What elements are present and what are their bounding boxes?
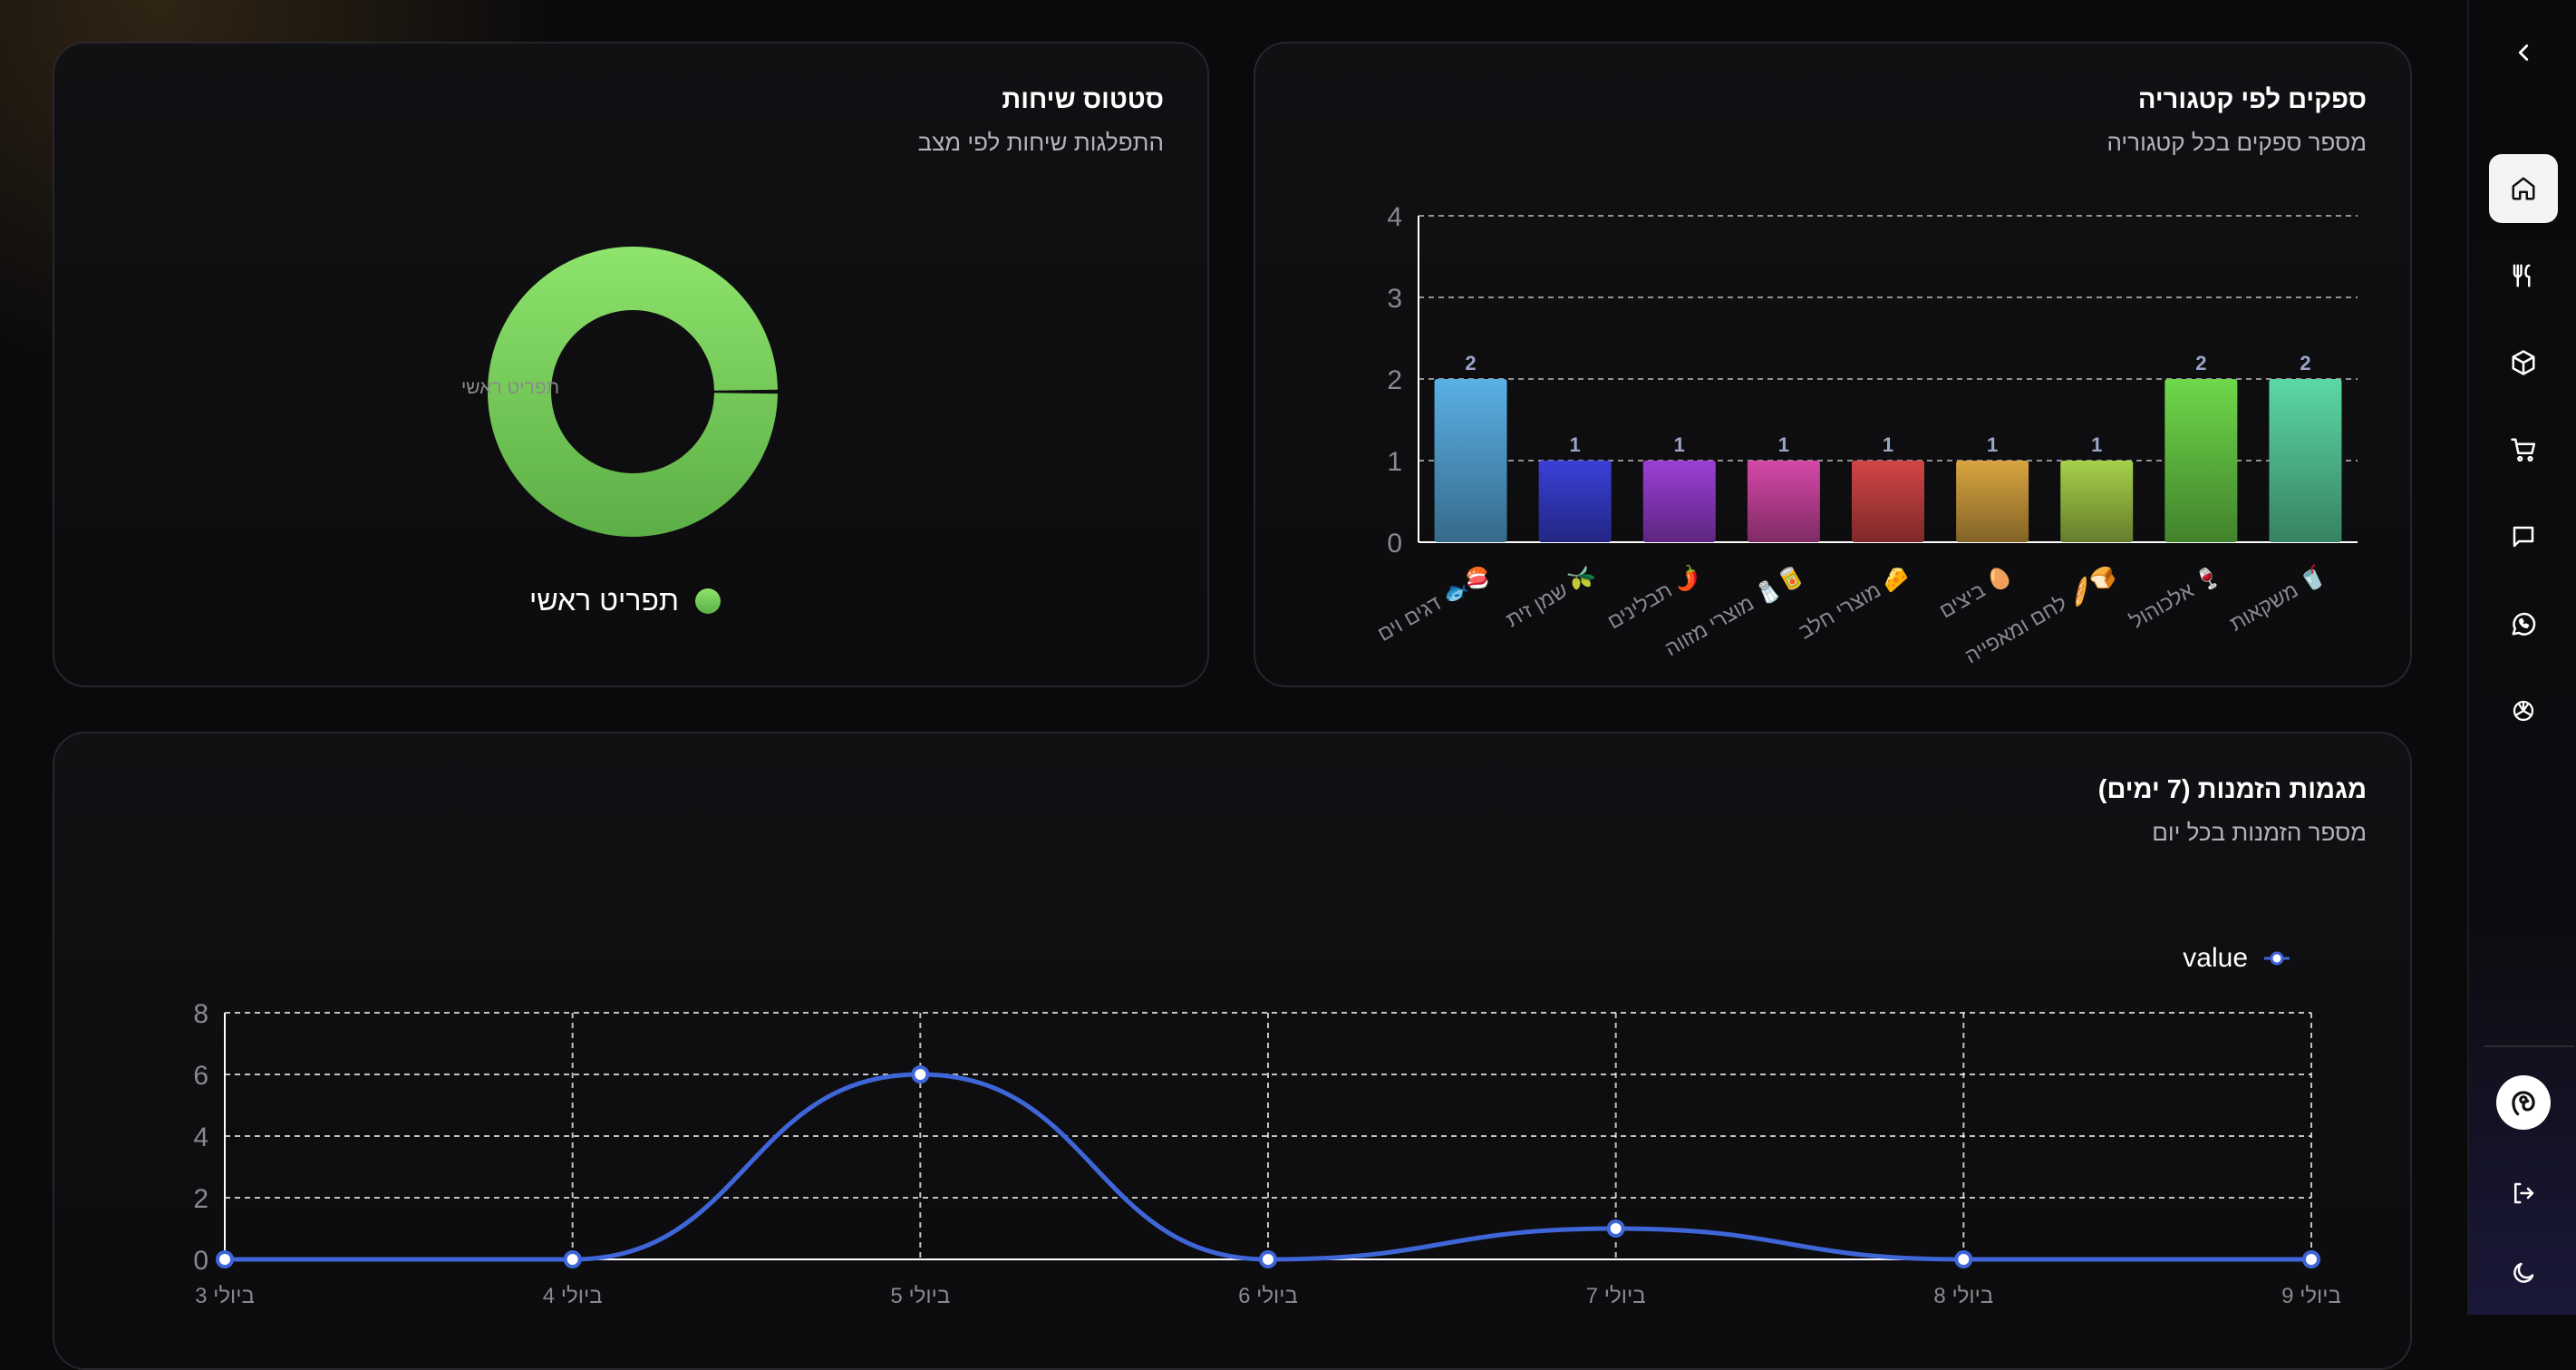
order-trends-line-chart: value 0 2 4 6 8 3 ביולי 4 ביולי 5 ביולי 6 ביולי 7… [193, 943, 2341, 1308]
bar[interactable] [2164, 379, 2238, 542]
trends-legend-label: value [2183, 943, 2248, 973]
bar-y-tick-label: 3 [1387, 284, 1402, 314]
line-x-tick-label: 8 ביולי [1933, 1284, 1993, 1308]
whatsapp-icon [2512, 612, 2536, 636]
line-y-tick-label: 6 [193, 1061, 208, 1091]
suppliers-bar-chart: 012342דגים וים 🐟🍣1שמן זית 🫒1תבלינים 🌶️1מ… [1373, 202, 2358, 669]
line-data-point[interactable] [1606, 1219, 1625, 1238]
line-y-tick-label: 4 [193, 1122, 208, 1152]
box-icon [2512, 350, 2535, 375]
logout-button[interactable] [2489, 1159, 2558, 1228]
bar-data-label: 2 [2195, 352, 2206, 374]
bar-data-label: 2 [2300, 352, 2310, 374]
status-legend-item[interactable]: תפריט ראשי [529, 584, 721, 617]
nav-home[interactable] [2489, 154, 2558, 223]
bar-category-label: דגים וים 🐟🍣 [1373, 561, 1496, 646]
bar[interactable] [1434, 379, 1507, 542]
openai-icon [2513, 700, 2534, 722]
line-x-tick-label: 9 ביולי [2281, 1284, 2341, 1308]
user-avatar[interactable] [2496, 1075, 2551, 1130]
line-x-tick-label: 5 ביולי [890, 1284, 950, 1308]
bar-y-tick-label: 2 [1387, 365, 1402, 395]
line-y-tick-label: 0 [193, 1246, 208, 1276]
bar[interactable] [2060, 461, 2134, 542]
bar[interactable] [1747, 461, 1820, 542]
bar[interactable] [1956, 461, 2029, 542]
bar-data-label: 2 [1465, 352, 1476, 374]
home-icon [2512, 177, 2535, 200]
nav-messages[interactable] [2489, 502, 2558, 571]
line-x-tick-label: 4 ביולי [543, 1284, 603, 1308]
bar-data-label: 1 [1883, 433, 1893, 456]
bar-category-label: שמן זית 🫒 [1501, 561, 1600, 633]
nav-whatsapp[interactable] [2489, 589, 2558, 658]
moon-icon [2513, 1262, 2534, 1283]
trends-legend[interactable]: value [2183, 943, 2290, 973]
line-data-point[interactable] [216, 1250, 234, 1268]
bar-data-label: 1 [1987, 433, 1998, 456]
bar-data-label: 1 [1778, 433, 1789, 456]
bar-data-label: 1 [2091, 433, 2102, 456]
collapse-sidebar-button[interactable] [2489, 18, 2558, 87]
bar-data-label: 1 [1674, 433, 1685, 456]
legend-color-dot [695, 588, 721, 614]
cart-icon [2511, 438, 2536, 462]
nav-orders[interactable] [2489, 415, 2558, 484]
bar-category-label: אלכוהול 🍷 [2126, 562, 2225, 634]
bar-category-label: מוצרי חלב 🧀 [1795, 562, 1913, 644]
bar-y-tick-label: 4 [1387, 202, 1402, 232]
conversation-status-card: סטטוס שיחות התפלגות שיחות לפי מצב תפריט … [53, 42, 1209, 687]
nav-ai[interactable] [2489, 676, 2558, 745]
donut-slice-label: תפריט ראשי [461, 377, 559, 398]
sidebar [2467, 0, 2576, 1315]
chevron-left-icon [2518, 44, 2529, 61]
line-y-tick-label: 2 [193, 1184, 208, 1214]
bar[interactable] [2269, 379, 2342, 542]
status-legend-label: תפריט ראשי [529, 584, 680, 617]
line-data-point[interactable] [1954, 1250, 1973, 1268]
theme-toggle-button[interactable] [2489, 1239, 2558, 1307]
bar-y-tick-label: 1 [1387, 447, 1402, 477]
line-data-point[interactable] [1259, 1250, 1277, 1268]
bar[interactable] [1538, 461, 1612, 542]
line-x-tick-label: 7 ביולי [1586, 1284, 1646, 1308]
line-x-tick-label: 3 ביולי [195, 1284, 255, 1308]
line-data-point[interactable] [911, 1065, 930, 1083]
legend-point-marker [2270, 951, 2284, 966]
bar[interactable] [1642, 461, 1716, 542]
utensils-icon [2513, 264, 2531, 287]
suppliers-by-category-card: ספקים לפי קטגוריה מספר ספקים בכל קטגוריה… [1254, 42, 2412, 687]
line-data-point[interactable] [2302, 1250, 2320, 1268]
sidebar-divider [2484, 1045, 2574, 1047]
order-trends-card: מגמות הזמנות (7 ימים) מספר הזמנות בכל יו… [53, 732, 2412, 1370]
logout-icon [2514, 1182, 2534, 1204]
bar-category-label: משקאות 🥤 [2225, 562, 2329, 636]
message-icon [2513, 526, 2534, 548]
line-y-tick-label: 8 [193, 999, 208, 1029]
line-x-tick-label: 6 ביולי [1238, 1284, 1298, 1308]
bar[interactable] [1852, 461, 1924, 542]
nav-menu[interactable] [2489, 241, 2558, 310]
bar-y-tick-label: 0 [1387, 529, 1402, 559]
nav-products[interactable] [2489, 328, 2558, 397]
avatar-icon [2512, 1091, 2535, 1116]
bar-category-label: ביצים 🥚 [1935, 562, 2017, 624]
bar-data-label: 1 [1570, 433, 1581, 456]
line-data-point[interactable] [563, 1250, 582, 1268]
